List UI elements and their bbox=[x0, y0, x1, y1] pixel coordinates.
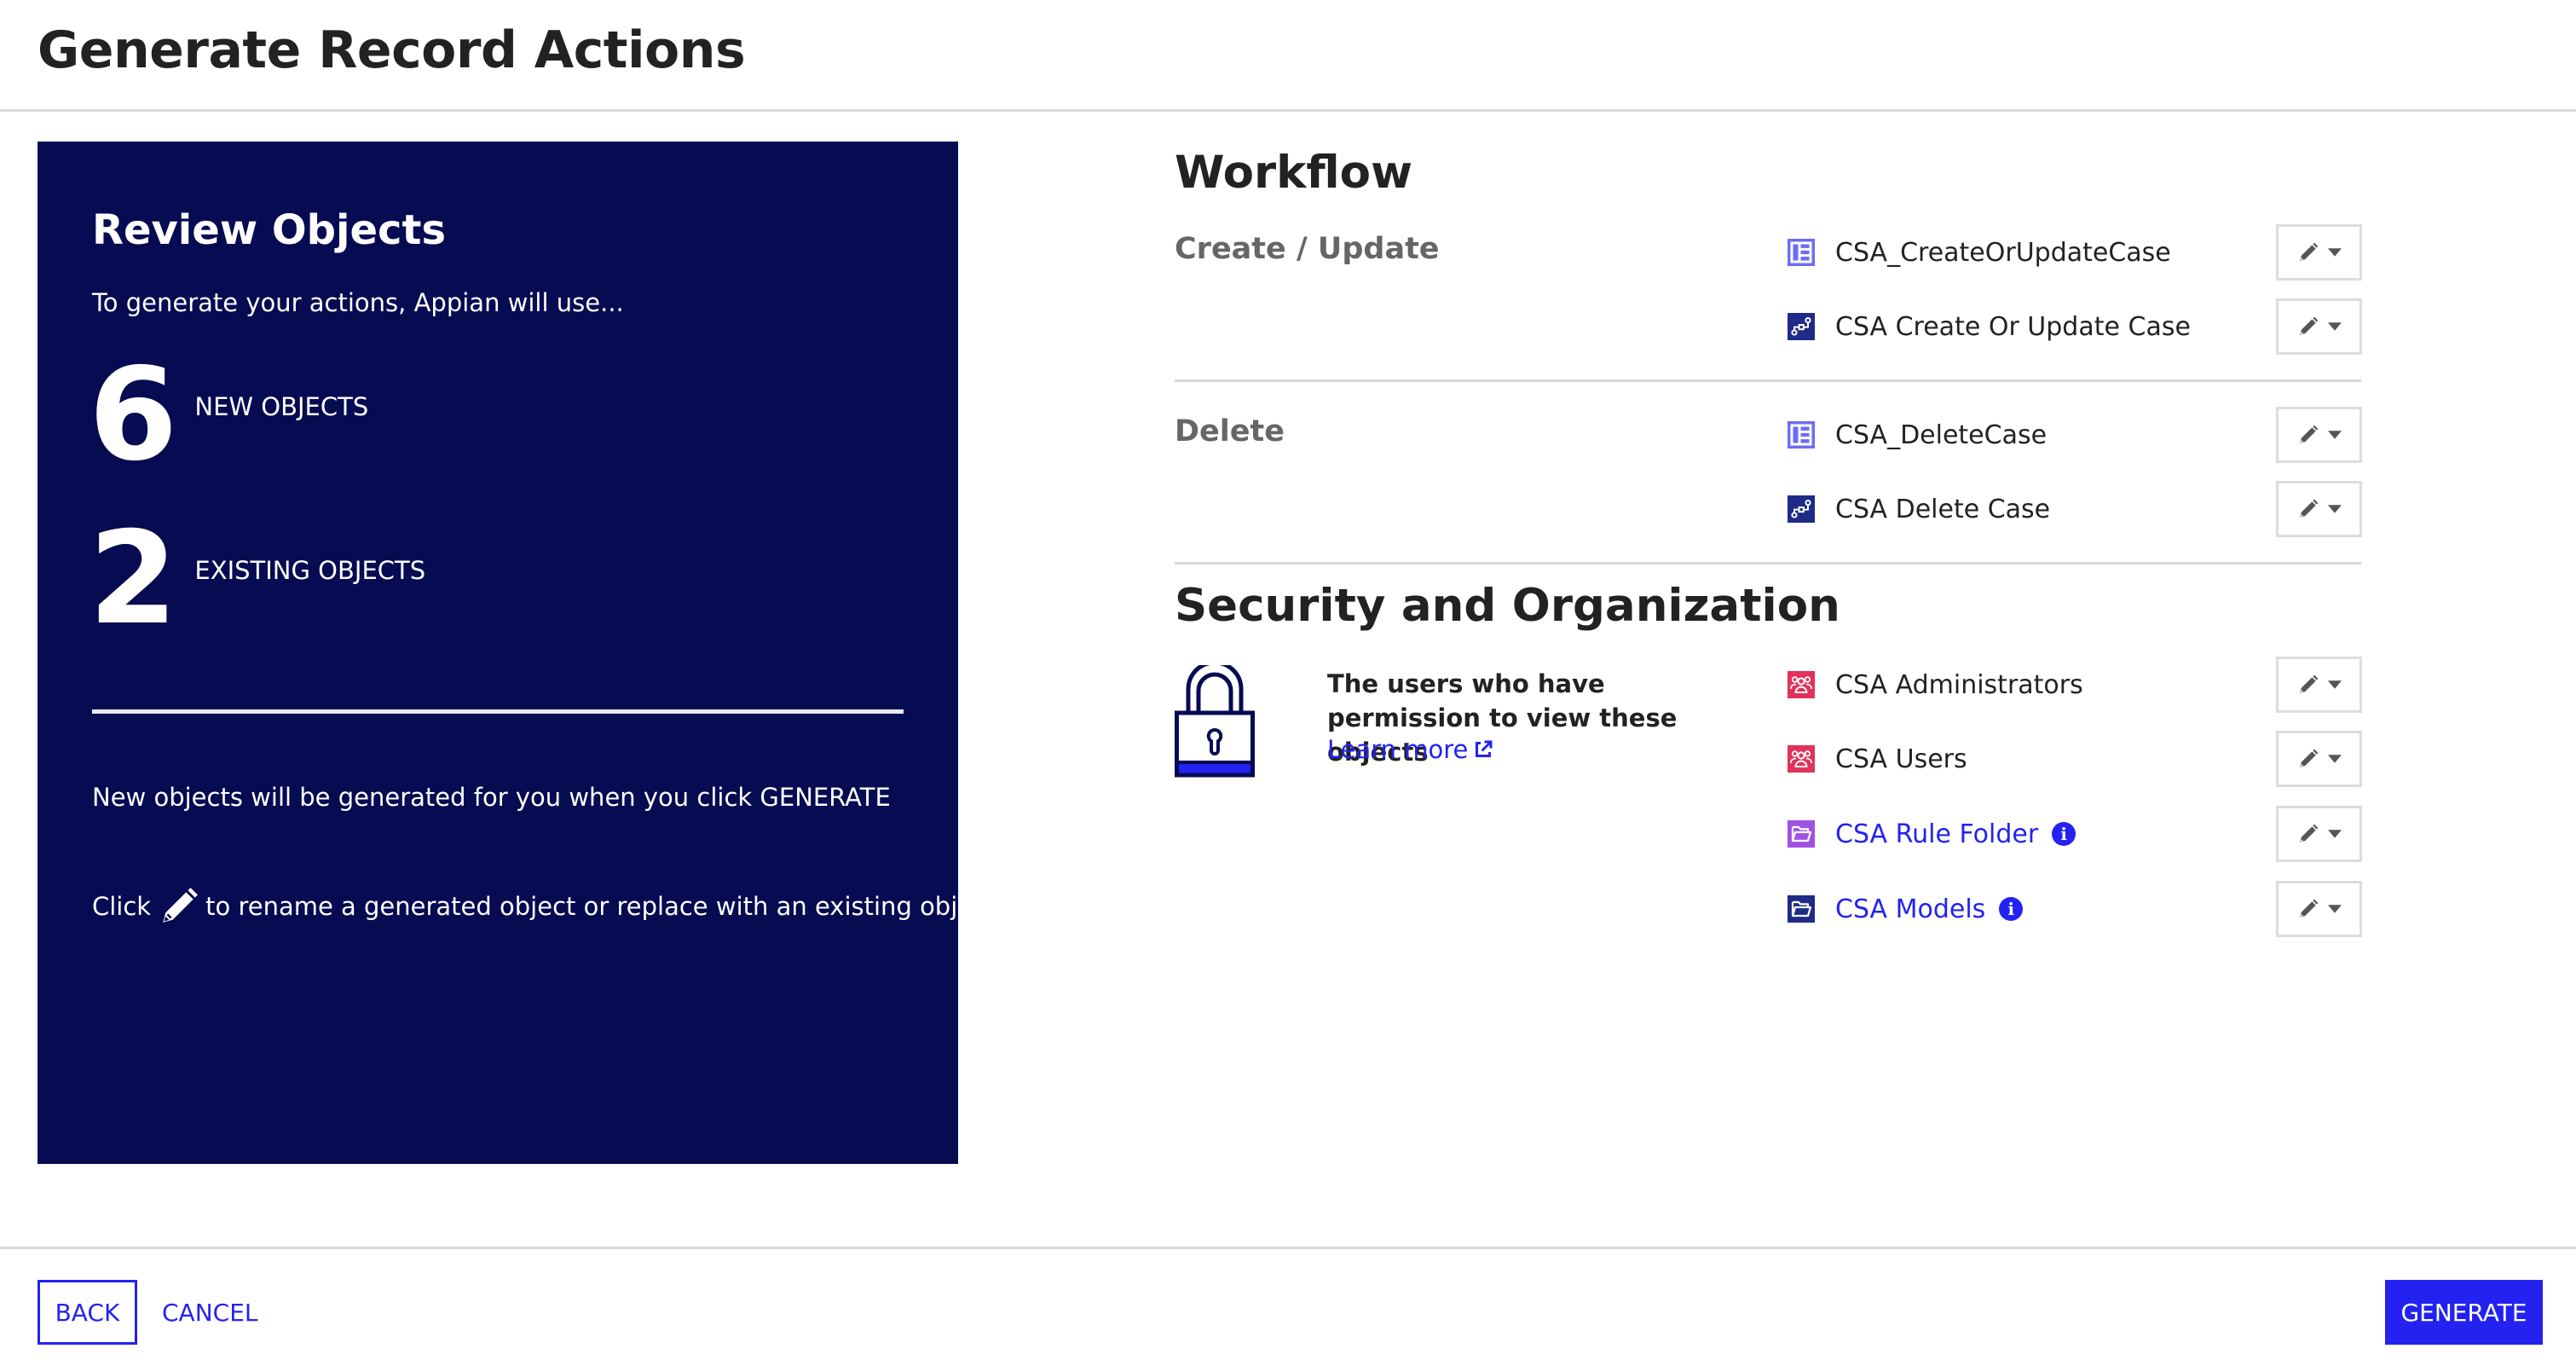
edit-object-button[interactable] bbox=[2276, 407, 2362, 463]
object-name: CSA Create Or Update Case bbox=[1835, 311, 2191, 342]
process-model-icon bbox=[1788, 313, 1815, 340]
caret-down-icon bbox=[2327, 905, 2342, 913]
rule-folder-icon bbox=[1788, 820, 1815, 848]
caret-down-icon bbox=[2327, 431, 2342, 439]
group-icon bbox=[1788, 745, 1815, 773]
learn-more-link[interactable]: Learn more bbox=[1327, 735, 1493, 764]
interface-icon bbox=[1788, 421, 1815, 449]
object-row: CSA Models i bbox=[1788, 881, 2362, 937]
caret-down-icon bbox=[2327, 755, 2342, 763]
generate-note: New objects will be generated for you wh… bbox=[92, 783, 891, 812]
caret-down-icon bbox=[2327, 248, 2342, 257]
pencil-icon bbox=[2299, 425, 2318, 443]
group-divider bbox=[1175, 562, 2361, 564]
object-row: CSA_CreateOrUpdateCase bbox=[1788, 224, 2362, 281]
generate-button[interactable]: GENERATE bbox=[2385, 1280, 2543, 1345]
existing-objects-count: 2 EXISTING OBJECTS bbox=[89, 515, 425, 643]
object-name-link[interactable]: CSA Models bbox=[1835, 894, 1985, 924]
pencil-icon bbox=[2299, 824, 2318, 842]
edit-object-button[interactable] bbox=[2276, 806, 2362, 862]
pencil-icon bbox=[2299, 242, 2318, 261]
panel-divider bbox=[92, 709, 904, 714]
pencil-icon bbox=[2299, 749, 2318, 767]
review-objects-panel: Review Objects To generate your actions,… bbox=[38, 142, 996, 1164]
group-divider bbox=[1175, 379, 2361, 382]
object-row: CSA Users bbox=[1788, 731, 2362, 787]
object-row: CSA Administrators bbox=[1788, 657, 2362, 713]
info-icon[interactable]: i bbox=[2052, 822, 2076, 846]
footer-divider bbox=[0, 1247, 2576, 1249]
caret-down-icon bbox=[2327, 322, 2342, 331]
pencil-icon bbox=[2299, 899, 2318, 917]
hint-prefix: Click bbox=[92, 892, 152, 921]
edit-object-button[interactable] bbox=[2276, 657, 2362, 713]
pencil-icon bbox=[2299, 499, 2318, 518]
review-intro: To generate your actions, Appian will us… bbox=[92, 288, 624, 317]
object-name: CSA_DeleteCase bbox=[1835, 420, 2048, 450]
group-label-delete: Delete bbox=[1175, 414, 1285, 449]
pencil-icon bbox=[158, 885, 200, 928]
page-title: Generate Record Actions bbox=[38, 20, 746, 80]
caret-down-icon bbox=[2327, 830, 2342, 838]
object-name: CSA Administrators bbox=[1835, 669, 2083, 700]
security-heading: Security and Organization bbox=[1175, 580, 1840, 632]
new-objects-count: 6 NEW OBJECTS bbox=[89, 351, 368, 479]
group-label-create-update: Create / Update bbox=[1175, 232, 1440, 266]
edit-object-button[interactable] bbox=[2276, 298, 2362, 355]
object-name: CSA Delete Case bbox=[1835, 494, 2051, 524]
object-row: CSA Create Or Update Case bbox=[1788, 298, 2362, 355]
external-link-icon bbox=[1476, 740, 1493, 757]
edit-object-button[interactable] bbox=[2276, 881, 2362, 937]
new-objects-number: 6 bbox=[89, 341, 178, 489]
existing-objects-number: 2 bbox=[89, 505, 178, 653]
hint-suffix: to rename a generated object or replace … bbox=[205, 892, 996, 921]
header-divider bbox=[0, 109, 2576, 112]
cancel-button[interactable]: CANCEL bbox=[162, 1280, 258, 1345]
back-button[interactable]: BACK bbox=[38, 1280, 137, 1345]
object-name: CSA Users bbox=[1835, 744, 1967, 774]
caret-down-icon bbox=[2327, 505, 2342, 513]
object-row: CSA_DeleteCase bbox=[1788, 407, 2362, 463]
review-title: Review Objects bbox=[92, 206, 447, 254]
process-model-icon bbox=[1788, 495, 1815, 523]
object-name: CSA_CreateOrUpdateCase bbox=[1835, 237, 2171, 268]
interface-icon bbox=[1788, 239, 1815, 266]
object-row: CSA Rule Folder i bbox=[1788, 806, 2362, 862]
edit-object-button[interactable] bbox=[2276, 224, 2362, 281]
rename-hint: Click to rename a generated object or re… bbox=[92, 885, 996, 928]
pencil-icon bbox=[2299, 674, 2318, 693]
edit-object-button[interactable] bbox=[2276, 731, 2362, 787]
info-icon[interactable]: i bbox=[1999, 897, 2024, 921]
existing-objects-label: EXISTING OBJECTS bbox=[194, 556, 426, 585]
edit-object-button[interactable] bbox=[2276, 481, 2362, 537]
workflow-heading: Workflow bbox=[1175, 147, 1413, 199]
new-objects-label: NEW OBJECTS bbox=[194, 392, 369, 421]
lock-icon bbox=[1175, 665, 1255, 778]
object-row: CSA Delete Case bbox=[1788, 481, 2362, 537]
object-name-link[interactable]: CSA Rule Folder bbox=[1835, 819, 2038, 849]
group-icon bbox=[1788, 671, 1815, 698]
caret-down-icon bbox=[2327, 680, 2342, 689]
learn-more-label: Learn more bbox=[1327, 735, 1469, 764]
model-folder-icon bbox=[1788, 895, 1815, 923]
pencil-icon bbox=[2299, 316, 2318, 335]
